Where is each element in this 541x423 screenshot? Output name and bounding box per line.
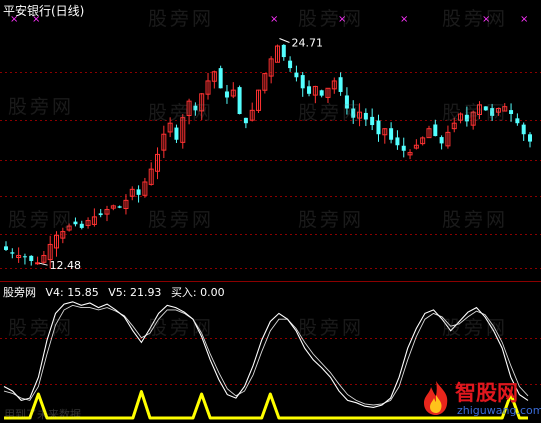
candle-body-down — [117, 206, 122, 208]
candle-body-down — [401, 145, 406, 151]
price-annotations: 24.71 12.48 — [39, 37, 323, 272]
top-marker: × — [482, 14, 490, 25]
candle-body-down — [389, 128, 394, 140]
top-marker: × — [338, 14, 346, 25]
candle-body-down — [193, 105, 198, 111]
candle-body-down — [515, 118, 520, 124]
candle-body-down — [363, 112, 368, 120]
candle-body-down — [509, 110, 514, 115]
candle-body-down — [464, 114, 469, 122]
high-label: 24.71 — [291, 37, 323, 50]
candle-body-down — [281, 44, 286, 58]
candle-body-down — [370, 116, 375, 126]
candle-body-down — [237, 87, 242, 115]
candle-body-down — [483, 106, 488, 111]
candle-body-down — [490, 108, 495, 116]
candle-body-down — [376, 120, 381, 135]
footer-note: 用到了未来数据 — [4, 408, 81, 421]
v5-value: V5: 21.93 — [108, 286, 162, 299]
candle-body-down — [294, 72, 299, 78]
candle-body-down — [395, 137, 400, 146]
flame-icon — [424, 381, 448, 415]
v4-value: V4: 15.85 — [45, 286, 99, 299]
candle-body-down — [521, 124, 526, 135]
site-logo: 智股网 zhiguwang.com — [419, 377, 541, 421]
candle-body-down — [136, 189, 141, 195]
candle-body-down — [319, 90, 324, 96]
top-marker: × — [400, 14, 408, 25]
chart-stage: × × × × × × × 24.7112.48 — [0, 14, 541, 420]
candle-body-down — [174, 127, 179, 140]
candle-body-down — [10, 252, 15, 254]
candle-body-down — [344, 95, 349, 109]
buy-value: 买入: 0.00 — [170, 286, 225, 299]
candle-body-down — [528, 134, 532, 142]
indicator-name: 股旁网 — [3, 286, 36, 299]
candle-body-down — [79, 223, 84, 228]
candle-body-down — [338, 77, 343, 92]
candle-body-down — [243, 117, 248, 124]
top-markers: × × × × × × × — [10, 14, 528, 25]
candle-body-down — [29, 255, 34, 261]
indicator-legend: 股旁网 V4: 15.85 V5: 21.93 买入: 0.00 — [3, 284, 231, 300]
candle-body-down — [288, 60, 293, 69]
top-marker: × — [520, 14, 528, 25]
high-pointer — [279, 38, 290, 43]
candle-body-down — [224, 91, 229, 98]
candle-body-down — [73, 221, 78, 225]
candle-body-up — [35, 262, 41, 265]
top-marker: × — [270, 14, 278, 25]
logo-name: 智股网 — [455, 381, 518, 405]
chart-title: 平安银行(日线) — [3, 4, 85, 18]
candle-body-down — [218, 68, 223, 89]
low-label: 12.48 — [50, 259, 82, 272]
candle-body-down — [433, 124, 438, 137]
candle-body-down — [307, 86, 312, 94]
candle-body-down — [98, 213, 103, 216]
candle-body-down — [300, 75, 305, 89]
candle-body-down — [4, 246, 8, 250]
candle-body-down — [439, 137, 444, 144]
logo-url: zhiguwang.com — [457, 404, 541, 417]
grid-lines — [0, 72, 541, 385]
candle-body-down — [351, 108, 356, 118]
candle-body-down — [22, 256, 27, 258]
candlestick-series — [4, 44, 532, 269]
